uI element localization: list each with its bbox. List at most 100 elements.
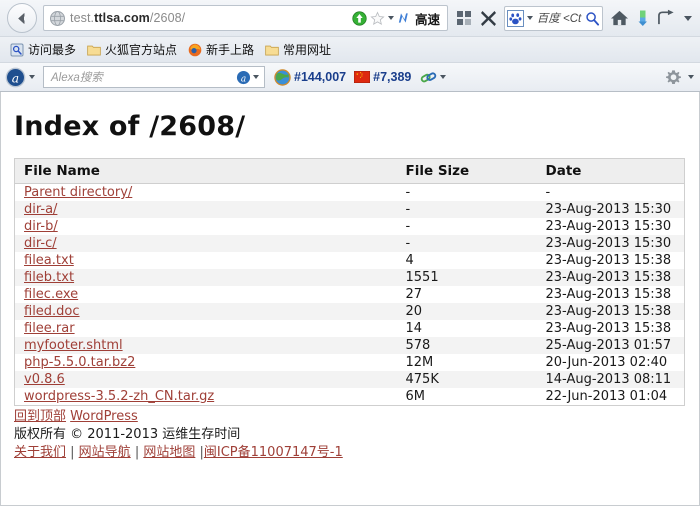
cell-date: 23-Aug-2013 15:30	[536, 218, 685, 235]
about-us-link[interactable]: 关于我们	[14, 445, 66, 460]
alexa-global-rank: #144,007	[294, 70, 347, 84]
directory-listing-body: Parent directory/- - dir-a/-23-Aug-2013 15…	[14, 183, 685, 406]
file-link[interactable]: v0.8.6	[24, 372, 65, 387]
cell-file-name: fileb.txt	[14, 269, 397, 286]
table-row: fileb.txt 1551 23-Aug-2013 15:38	[14, 269, 685, 286]
file-link[interactable]: dir-a/	[24, 202, 57, 217]
bookmark-label: 火狐官方站点	[105, 43, 178, 57]
table-row: php-5.5.0.tar.bz2 12M 20-Jun-2013 02:40	[14, 354, 685, 371]
toolbar-overflow-button[interactable]	[680, 15, 696, 21]
cell-date: -	[536, 183, 685, 201]
cell-file-size: -	[396, 235, 537, 252]
china-flag-icon	[354, 71, 371, 83]
panels-button[interactable]	[453, 3, 475, 33]
history-arrow-icon	[658, 9, 674, 25]
site-nav-link[interactable]: 网站导航	[79, 445, 131, 460]
alexa-search-box[interactable]: Alexa搜索 a	[43, 66, 265, 88]
file-link[interactable]: dir-b/	[24, 219, 58, 234]
url-prefix: test.	[70, 11, 95, 25]
home-button[interactable]	[606, 9, 632, 27]
alexa-a-icon[interactable]: a	[5, 67, 26, 88]
cell-file-size: 20	[396, 303, 537, 320]
alexa-settings-dropdown-icon[interactable]	[688, 75, 694, 79]
back-arrow-icon	[17, 12, 24, 24]
cell-date: 23-Aug-2013 15:38	[536, 320, 685, 337]
cell-date: 25-Aug-2013 01:57	[536, 337, 685, 354]
wordpress-link[interactable]: WordPress	[70, 409, 138, 424]
navigation-toolbar: test.ttlsa.com/2608/ 高速 百度 <Ct	[0, 0, 700, 36]
cell-date: 23-Aug-2013 15:38	[536, 269, 685, 286]
sitemap-link[interactable]: 网站地图	[143, 445, 195, 460]
chevron-down-icon	[684, 15, 692, 21]
page-title: Index of /2608/	[14, 111, 246, 142]
file-link[interactable]: filed.doc	[24, 304, 80, 319]
file-link[interactable]: myfooter.shtml	[24, 338, 123, 353]
downloads-button[interactable]	[632, 9, 654, 27]
bookmark-most-visited[interactable]: 访问最多	[6, 40, 80, 59]
file-link[interactable]: filee.rar	[24, 321, 75, 336]
file-link[interactable]: fileb.txt	[24, 270, 74, 285]
search-engine-button[interactable]	[507, 9, 524, 27]
cell-file-size: 578	[396, 337, 537, 354]
alexa-menu-dropdown-icon[interactable]	[29, 75, 35, 79]
file-link[interactable]: php-5.5.0.tar.bz2	[24, 355, 135, 370]
address-dropdown-icon[interactable]	[387, 16, 394, 20]
alexa-search-input[interactable]: Alexa搜索	[47, 69, 236, 85]
table-row: myfooter.shtml 578 25-Aug-2013 01:57	[14, 337, 685, 354]
grid-panels-icon	[457, 11, 471, 25]
cell-file-name: v0.8.6	[14, 371, 397, 388]
address-bar[interactable]: test.ttlsa.com/2608/ 高速	[43, 5, 448, 31]
bookmark-newbie-guide[interactable]: 新手上路	[184, 40, 258, 59]
firefox-icon	[188, 43, 202, 56]
cell-file-size: -	[396, 183, 537, 201]
back-button[interactable]	[7, 3, 37, 33]
cell-file-name: dir-c/	[14, 235, 397, 252]
baidu-paw-icon	[509, 12, 522, 24]
file-link[interactable]: filec.exe	[24, 287, 78, 302]
file-link[interactable]: dir-c/	[24, 236, 57, 251]
table-row: v0.8.6 475K 14-Aug-2013 08:11	[14, 371, 685, 388]
history-button[interactable]	[654, 9, 680, 27]
cell-date: 22-Jun-2013 01:04	[536, 388, 685, 406]
table-row: dir-a/ -23-Aug-2013 15:30	[14, 201, 685, 218]
icp-license-link[interactable]: 闽ICP备11007147号-1	[204, 445, 343, 460]
cell-file-name: myfooter.shtml	[14, 337, 397, 354]
bookmark-label: 访问最多	[28, 43, 77, 57]
back-to-top-link[interactable]: 回到顶部	[14, 409, 66, 424]
folder-icon	[87, 45, 101, 55]
link-chain-icon[interactable]	[420, 70, 437, 85]
alexa-a-icon[interactable]: a	[236, 70, 251, 85]
star-icon[interactable]	[370, 10, 385, 26]
lightning-n-icon[interactable]	[397, 11, 410, 25]
gear-icon[interactable]	[665, 69, 682, 86]
bookmark-firefox-official[interactable]: 火狐官方站点	[83, 40, 181, 59]
stop-button[interactable]	[475, 3, 501, 33]
search-input[interactable]: 百度 <Ct	[533, 10, 585, 26]
cell-file-name: filea.txt	[14, 252, 397, 269]
cell-file-name: filee.rar	[14, 320, 397, 337]
directory-listing-table: File Name File Size Date Parent director…	[14, 158, 685, 406]
cell-file-size: -	[396, 218, 537, 235]
alexa-country-rank: #7,389	[373, 70, 412, 84]
footer-separator: |	[195, 445, 204, 460]
cell-date: 23-Aug-2013 15:38	[536, 286, 685, 303]
green-download-arrow-icon[interactable]	[352, 10, 367, 26]
cell-date: 23-Aug-2013 15:30	[536, 201, 685, 218]
url-text: test.ttlsa.com/2608/	[70, 11, 352, 25]
footer-line-top: 回到顶部 WordPress	[14, 408, 699, 426]
footer-separator: |	[130, 445, 144, 460]
cell-file-name: wordpress-3.5.2-zh_CN.tar.gz	[14, 388, 397, 406]
search-icon[interactable]	[585, 11, 600, 26]
file-link[interactable]: filea.txt	[24, 253, 74, 268]
cell-date: 23-Aug-2013 15:30	[536, 235, 685, 252]
alexa-links-dropdown-icon[interactable]	[440, 75, 447, 79]
bookmarks-bar: 访问最多 火狐官方站点 新手上路 常用网址	[0, 36, 700, 62]
search-bar[interactable]: 百度 <Ct	[504, 5, 603, 31]
alexa-search-dropdown-icon[interactable]	[253, 75, 259, 79]
address-bar-icons: 高速	[352, 9, 444, 28]
file-link[interactable]: Parent directory/	[24, 185, 132, 200]
svg-text:a: a	[241, 74, 246, 84]
bookmark-common-sites[interactable]: 常用网址	[261, 40, 335, 59]
downloads-icon	[638, 10, 647, 26]
file-link[interactable]: wordpress-3.5.2-zh_CN.tar.gz	[24, 389, 214, 404]
